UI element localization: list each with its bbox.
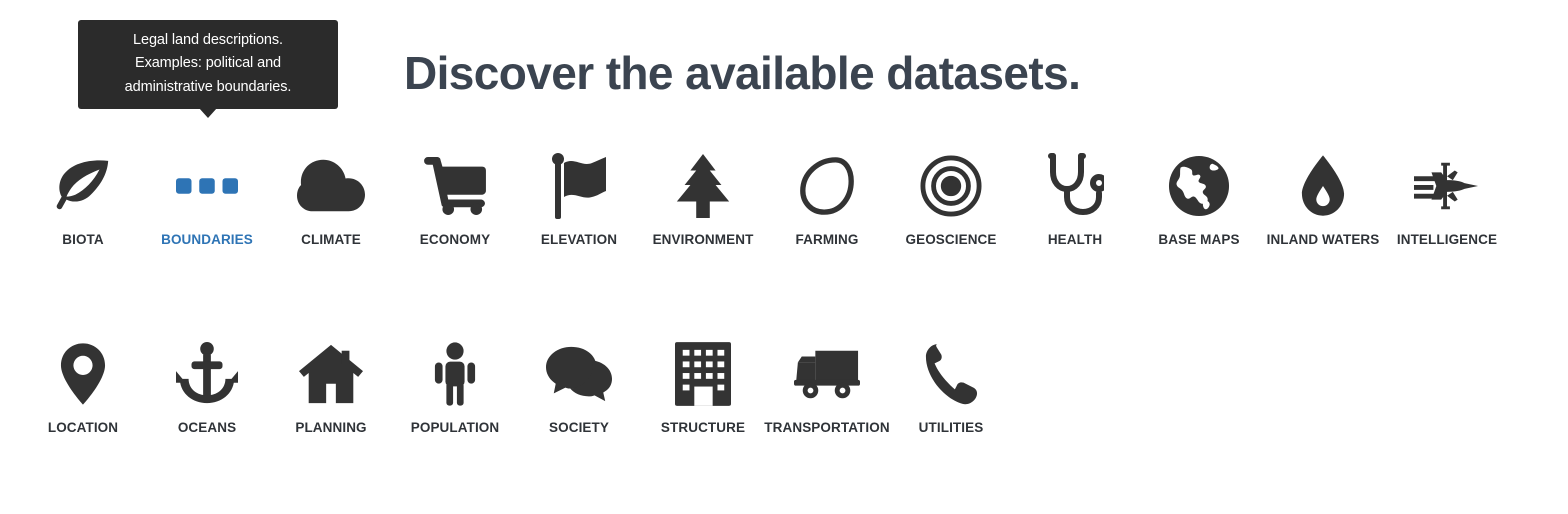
dataset-category-label: STRUCTURE <box>660 420 746 435</box>
truck-icon <box>794 340 860 408</box>
dataset-category-label: ELEVATION <box>540 232 618 247</box>
flag-icon <box>550 152 608 220</box>
dataset-category-location[interactable]: LOCATION <box>21 340 145 435</box>
dataset-category-label: ENVIRONMENT <box>652 232 754 247</box>
dataset-category-intelligence[interactable]: INTELLIGENCE <box>1385 152 1509 247</box>
dataset-category-farming[interactable]: FARMING <box>765 152 889 247</box>
lemon-icon <box>797 152 857 220</box>
dataset-category-population[interactable]: POPULATION <box>393 340 517 435</box>
dataset-category-label: GEOSCIENCE <box>905 232 997 247</box>
dataset-category-environment[interactable]: ENVIRONMENT <box>641 152 765 247</box>
stethoscope-icon <box>1046 152 1104 220</box>
cart-icon <box>424 152 486 220</box>
jet-icon <box>1414 152 1480 220</box>
dataset-category-label: FARMING <box>795 232 859 247</box>
dataset-category-label: LOCATION <box>47 420 119 435</box>
dataset-category-biota[interactable]: BIOTA <box>21 152 145 247</box>
dataset-category-health[interactable]: HEALTH <box>1013 152 1137 247</box>
dataset-category-label: TRANSPORTATION <box>764 420 890 435</box>
dataset-category-label: CLIMATE <box>301 232 361 247</box>
dataset-category-row-2: LOCATION OCEANS PLANNING POPULATION SOCIETY S… <box>21 340 1013 435</box>
dataset-category-label: BIOTA <box>62 232 104 247</box>
dataset-category-inland-waters[interactable]: INLAND WATERS <box>1261 152 1385 247</box>
house-icon <box>299 340 363 408</box>
dataset-category-label: INLAND WATERS <box>1266 232 1380 247</box>
dataset-category-structure[interactable]: STRUCTURE <box>641 340 765 435</box>
speech-bubble-icon <box>546 340 612 408</box>
leaf-icon <box>52 152 114 220</box>
dots-icon <box>176 152 238 220</box>
droplet-icon <box>1300 152 1346 220</box>
dataset-category-planning[interactable]: PLANNING <box>269 340 393 435</box>
person-icon <box>433 340 477 408</box>
dataset-category-boundaries[interactable]: BOUNDARIES <box>145 152 269 247</box>
page-title: Discover the available datasets. <box>404 47 1081 99</box>
dataset-category-label: SOCIETY <box>549 420 609 435</box>
cloud-icon <box>297 152 365 220</box>
tooltip-line: administrative boundaries. <box>124 78 292 95</box>
phone-icon <box>924 340 978 408</box>
target-icon <box>920 152 982 220</box>
tooltip-arrow <box>199 108 217 119</box>
dataset-category-label: ECONOMY <box>419 232 491 247</box>
dataset-category-label: UTILITIES <box>918 420 984 435</box>
dataset-category-label: OCEANS <box>177 420 237 435</box>
dataset-category-label: BASE MAPS <box>1158 232 1240 247</box>
dataset-category-row-1: BIOTA BOUNDARIES CLIMATE ECONOMY ELEVATION EN… <box>21 152 1509 247</box>
dataset-category-utilities[interactable]: UTILITIES <box>889 340 1013 435</box>
building-icon <box>675 340 731 408</box>
dataset-category-label: INTELLIGENCE <box>1396 232 1498 247</box>
dataset-category-climate[interactable]: CLIMATE <box>269 152 393 247</box>
dataset-category-label: HEALTH <box>1047 232 1103 247</box>
map-pin-icon <box>60 340 106 408</box>
dataset-category-society[interactable]: SOCIETY <box>517 340 641 435</box>
boundaries-tooltip: Legal land descriptions. Examples: polit… <box>78 20 338 119</box>
tooltip-line: Examples: political and <box>135 55 281 72</box>
dataset-category-label: BOUNDARIES <box>161 232 253 247</box>
dataset-category-oceans[interactable]: OCEANS <box>145 340 269 435</box>
dataset-category-economy[interactable]: ECONOMY <box>393 152 517 247</box>
dataset-category-label: POPULATION <box>410 420 500 435</box>
globe-icon <box>1168 152 1230 220</box>
anchor-icon <box>176 340 238 408</box>
dataset-category-geoscience[interactable]: GEOSCIENCE <box>889 152 1013 247</box>
dataset-category-transportation[interactable]: TRANSPORTATION <box>764 340 890 435</box>
dataset-category-elevation[interactable]: ELEVATION <box>517 152 641 247</box>
dataset-category-base-maps[interactable]: BASE MAPS <box>1137 152 1261 247</box>
dataset-category-label: PLANNING <box>295 420 367 435</box>
tree-icon <box>672 152 734 220</box>
tooltip-line: Legal land descriptions. <box>133 32 283 48</box>
